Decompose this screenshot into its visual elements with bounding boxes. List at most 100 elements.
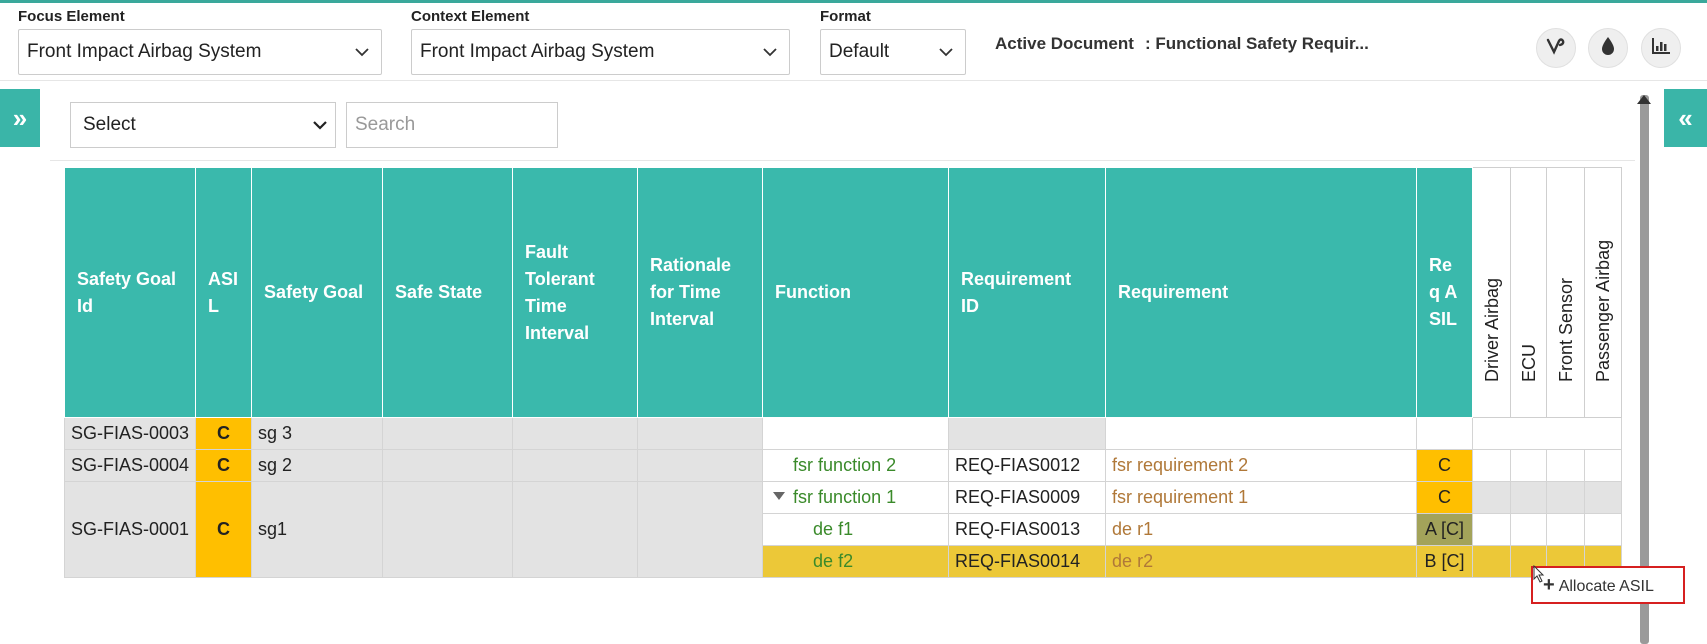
alloc-passenger-airbag-cell[interactable]: [1584, 481, 1623, 514]
req-asil-cell: A [C]: [1416, 513, 1474, 546]
active-document-label: Active Document: [995, 34, 1134, 53]
allocation-cells: [1472, 417, 1623, 450]
safety-requirements-table: Safety Goal Id ASIL Safety Goal Safe Sta…: [63, 167, 1623, 578]
double-chevron-right-icon: »: [12, 102, 28, 133]
col-passenger-airbag[interactable]: Passenger Airbag: [1584, 167, 1623, 418]
search-input[interactable]: [346, 102, 558, 148]
context-element-label: Context Element: [411, 8, 530, 25]
col-safe-state[interactable]: Safe State: [382, 167, 514, 418]
filter-select-value: Select: [83, 114, 136, 135]
table-row[interactable]: SG-FIAS-0001 C sg1 fsr function 1 REQ-FI…: [63, 481, 1623, 578]
expand-right-button[interactable]: «: [1664, 89, 1707, 147]
col-front-sensor[interactable]: Front Sensor: [1546, 167, 1586, 418]
function-cell[interactable]: fsr function 2: [762, 449, 950, 482]
alloc-front-sensor-cell[interactable]: [1546, 481, 1586, 514]
context-element-value: Front Impact Airbag System: [420, 41, 655, 62]
col-ftti[interactable]: Fault Tolerant Time Interval: [512, 167, 639, 418]
col-function[interactable]: Function: [762, 167, 950, 418]
safety-goal-cell: sg 2: [251, 449, 384, 482]
alloc-ecu-cell[interactable]: [1510, 481, 1548, 514]
col-asil[interactable]: ASIL: [195, 167, 253, 418]
col-driver-airbag[interactable]: Driver Airbag: [1472, 167, 1512, 418]
collapse-triangle-icon[interactable]: [773, 492, 786, 500]
bar-chart-icon: [1651, 37, 1671, 60]
scroll-up-arrow-icon[interactable]: [1637, 95, 1651, 104]
filter-select[interactable]: Select: [70, 102, 336, 148]
alloc-driver-airbag-cell[interactable]: [1472, 545, 1512, 578]
asil-cell: C: [195, 481, 253, 578]
asil-cell: C: [195, 449, 253, 482]
ftti-cell: [512, 449, 639, 482]
col-requirement-id[interactable]: Requirement ID: [948, 167, 1107, 418]
drop-icon: [1600, 36, 1616, 61]
divider: [50, 160, 1635, 161]
focus-element-dropdown[interactable]: Front Impact Airbag System: [18, 29, 382, 75]
format-label: Format: [820, 8, 871, 25]
function-label: fsr function 1: [793, 487, 897, 507]
chevron-down-icon: [939, 30, 953, 57]
allocate-asil-menu-item[interactable]: Allocate ASIL: [1559, 578, 1654, 595]
requirement-cell[interactable]: de r2: [1105, 545, 1418, 578]
requirement-id-cell: REQ-FIAS0012: [948, 449, 1107, 482]
chevron-down-icon: [355, 30, 369, 57]
requirement-cell[interactable]: de r1: [1105, 513, 1418, 546]
focus-element-value: Front Impact Airbag System: [27, 41, 262, 62]
context-menu: + Allocate ASIL: [1531, 566, 1685, 604]
alloc-front-sensor-cell[interactable]: [1546, 449, 1586, 482]
focus-element-label: Focus Element: [18, 8, 125, 25]
sg-id-cell: SG-FIAS-0004: [63, 449, 197, 482]
alloc-ecu-cell[interactable]: [1510, 513, 1548, 546]
chevron-down-icon: [313, 103, 327, 130]
sg-id-cell: SG-FIAS-0001: [63, 481, 197, 578]
col-front-sensor-label: Front Sensor: [1555, 277, 1576, 382]
vertical-scrollbar[interactable]: [1640, 95, 1649, 644]
double-chevron-left-icon: «: [1678, 102, 1693, 133]
function-cell[interactable]: fsr function 1: [762, 481, 950, 514]
safe-state-cell: [382, 417, 514, 450]
col-safety-goal-id[interactable]: Safety Goal Id: [63, 167, 197, 418]
req-asil-cell: B [C]: [1416, 545, 1474, 578]
alloc-ecu-cell[interactable]: [1510, 449, 1548, 482]
col-safety-goal[interactable]: Safety Goal: [251, 167, 384, 418]
chart-button[interactable]: [1641, 28, 1681, 68]
requirement-id-cell: REQ-FIAS0014: [948, 545, 1107, 578]
col-ecu[interactable]: ECU: [1510, 167, 1548, 418]
context-element-dropdown[interactable]: Front Impact Airbag System: [411, 29, 790, 75]
alloc-driver-airbag-cell[interactable]: [1472, 449, 1512, 482]
active-document-value: : Functional Safety Requir...: [1145, 34, 1369, 53]
safety-goal-cell: sg 3: [251, 417, 384, 450]
rationale-cell: [637, 449, 764, 482]
requirement-id-cell: REQ-FIAS0013: [948, 513, 1107, 546]
alloc-passenger-airbag-cell[interactable]: [1584, 513, 1623, 546]
rationale-cell: [637, 481, 764, 578]
table-row[interactable]: SG-FIAS-0003 C sg 3: [63, 417, 1623, 450]
function-cell: [762, 417, 950, 450]
vine-button[interactable]: [1536, 28, 1576, 68]
alloc-passenger-airbag-cell[interactable]: [1584, 449, 1623, 482]
table-row[interactable]: SG-FIAS-0004 C sg 2 fsr function 2 REQ-F…: [63, 449, 1623, 482]
col-rationale[interactable]: Rationale for Time Interval: [637, 167, 764, 418]
asil-cell: C: [195, 417, 253, 450]
col-passenger-airbag-label: Passenger Airbag: [1593, 239, 1614, 382]
vine-icon: [1546, 37, 1566, 60]
requirement-id-cell: [948, 417, 1107, 450]
requirement-cell[interactable]: fsr requirement 2: [1105, 449, 1418, 482]
function-cell[interactable]: de f1: [762, 513, 950, 546]
expand-left-button[interactable]: »: [0, 89, 40, 147]
format-value: Default: [829, 41, 890, 62]
mouse-pointer-icon: [1533, 564, 1545, 588]
col-requirement[interactable]: Requirement: [1105, 167, 1418, 418]
req-asil-cell: [1416, 417, 1474, 450]
format-dropdown[interactable]: Default: [820, 29, 966, 75]
col-req-asil[interactable]: Req ASIL: [1416, 167, 1474, 418]
col-ecu-label: ECU: [1518, 343, 1539, 382]
drop-button[interactable]: [1588, 28, 1628, 68]
alloc-driver-airbag-cell[interactable]: [1472, 481, 1512, 514]
rationale-cell: [637, 417, 764, 450]
requirement-id-cell: REQ-FIAS0009: [948, 481, 1107, 514]
function-cell[interactable]: de f2: [762, 545, 950, 578]
alloc-front-sensor-cell[interactable]: [1546, 513, 1586, 546]
alloc-driver-airbag-cell[interactable]: [1472, 513, 1512, 546]
requirement-cell[interactable]: fsr requirement 1: [1105, 481, 1418, 514]
safe-state-cell: [382, 481, 514, 578]
